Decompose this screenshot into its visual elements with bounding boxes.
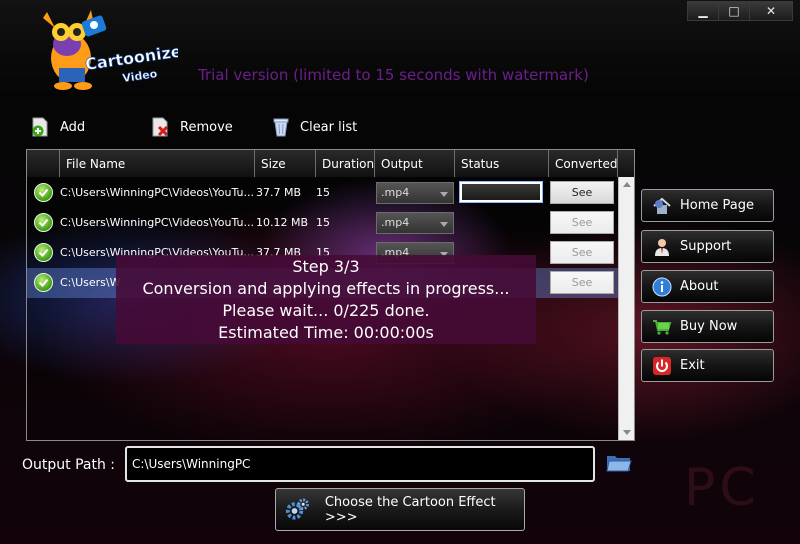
support-person-icon: [655, 238, 669, 256]
column-header-size[interactable]: Size: [255, 150, 316, 177]
cell-file-name: C:\Users\W: [60, 276, 120, 289]
grid-header: File Name Size Duration Output Type Stat…: [27, 150, 634, 199]
about-label: About: [680, 279, 719, 294]
support-button[interactable]: Support: [641, 230, 774, 263]
chevron-down-icon: [440, 192, 448, 197]
clear-list-label: Clear list: [300, 119, 358, 135]
scroll-down-icon[interactable]: [623, 430, 631, 435]
trash-icon: [273, 118, 289, 137]
close-icon: ✕: [765, 4, 777, 18]
see-button[interactable]: See: [550, 181, 614, 204]
check-circle-icon: [34, 183, 53, 202]
about-button[interactable]: About: [641, 270, 774, 303]
table-row[interactable]: C:\Users\WinningPC\Videos\YouTu... 37.7 …: [27, 178, 634, 208]
see-button[interactable]: See: [550, 271, 614, 294]
output-path-input[interactable]: [125, 446, 595, 482]
column-header-spacer: [618, 150, 634, 177]
home-page-button[interactable]: Home Page: [641, 189, 774, 222]
vertical-scrollbar[interactable]: [618, 177, 634, 440]
overlay-step: Step 3/3: [292, 257, 360, 276]
overlay-message: Conversion and applying effects in progr…: [142, 279, 510, 298]
info-icon: [652, 277, 672, 296]
minimize-icon: ▁: [698, 4, 708, 18]
remove-label: Remove: [180, 119, 233, 135]
window-controls: ▁ □ ✕: [687, 1, 793, 21]
column-header-converted[interactable]: Converted: [549, 150, 618, 177]
cell-duration: 15: [316, 216, 330, 229]
maximize-button[interactable]: □: [718, 1, 750, 21]
scroll-up-icon[interactable]: [623, 182, 631, 187]
buy-now-button[interactable]: Buy Now: [641, 310, 774, 343]
cell-size: 10.12 MB: [256, 216, 309, 229]
status-progress-bar: [459, 181, 543, 203]
buy-now-label: Buy Now: [680, 319, 738, 334]
gear-effect-icon: [285, 497, 309, 520]
cell-size: 37.7 MB: [256, 186, 302, 199]
exit-label: Exit: [680, 358, 705, 373]
minimize-button[interactable]: ▁: [687, 1, 719, 21]
column-header-select[interactable]: [27, 150, 60, 177]
cell-file-name: C:\Users\WinningPC\Videos\YouTu...: [60, 216, 254, 229]
check-circle-icon: [34, 243, 53, 262]
see-button[interactable]: See: [550, 211, 614, 234]
add-label: Add: [60, 119, 86, 135]
choose-effect-label: Choose the Cartoon Effect >>>: [324, 494, 496, 525]
home-page-label: Home Page: [680, 198, 754, 213]
overlay-estimated-time: Estimated Time: 00:00:00s: [218, 323, 434, 342]
exit-button[interactable]: Exit: [641, 349, 774, 382]
column-header-status[interactable]: Status: [455, 150, 549, 177]
cell-file-name: C:\Users\WinningPC\Videos\YouTu...: [60, 186, 254, 199]
progress-overlay: Step 3/3 Conversion and applying effects…: [116, 255, 536, 344]
output-path-label: Output Path :: [22, 457, 116, 473]
column-header-file-name[interactable]: File Name: [60, 150, 255, 177]
app-window: Cartoonize Video Trial version (limited …: [0, 0, 800, 544]
remove-file-icon: [152, 117, 169, 137]
trial-notice: Trial version (limited to 15 seconds wit…: [198, 66, 589, 84]
output-type-value: .mp4: [381, 186, 410, 199]
output-type-value: .mp4: [381, 216, 410, 229]
title-bar: Cartoonize Video Trial version (limited …: [0, 0, 800, 95]
maximize-icon: □: [728, 4, 740, 18]
logo-text-video: Video: [122, 67, 159, 85]
overlay-progress: Please wait... 0/225 done.: [222, 301, 430, 320]
check-circle-icon: [34, 213, 53, 232]
home-icon: [653, 197, 671, 214]
chevron-down-icon: [440, 222, 448, 227]
check-circle-icon: [34, 273, 53, 292]
remove-button[interactable]: Remove: [150, 114, 233, 140]
background-watermark: PC: [684, 458, 760, 518]
cell-duration: 15: [316, 186, 330, 199]
power-icon: [653, 356, 671, 375]
add-button[interactable]: Add: [30, 114, 85, 140]
output-type-select[interactable]: .mp4: [376, 182, 454, 204]
see-button[interactable]: See: [550, 241, 614, 264]
shopping-cart-icon: [653, 319, 672, 335]
close-button[interactable]: ✕: [749, 1, 793, 21]
cartoonize-logo: Cartoonize Video: [43, 10, 178, 90]
clear-list-button[interactable]: Clear list: [270, 114, 357, 140]
choose-cartoon-effect-button[interactable]: Choose the Cartoon Effect >>>: [275, 488, 525, 531]
table-row[interactable]: C:\Users\WinningPC\Videos\YouTu... 10.12…: [27, 208, 634, 238]
add-file-icon: [32, 117, 48, 137]
logo-text-cartoonize: Cartoonize: [84, 42, 178, 74]
progress-fill: [462, 184, 540, 200]
column-header-duration[interactable]: Duration: [316, 150, 375, 177]
support-label: Support: [680, 239, 732, 254]
output-type-select[interactable]: .mp4: [376, 212, 454, 234]
folder-open-icon[interactable]: [606, 452, 632, 474]
column-header-output-type[interactable]: Output Type: [375, 150, 455, 199]
